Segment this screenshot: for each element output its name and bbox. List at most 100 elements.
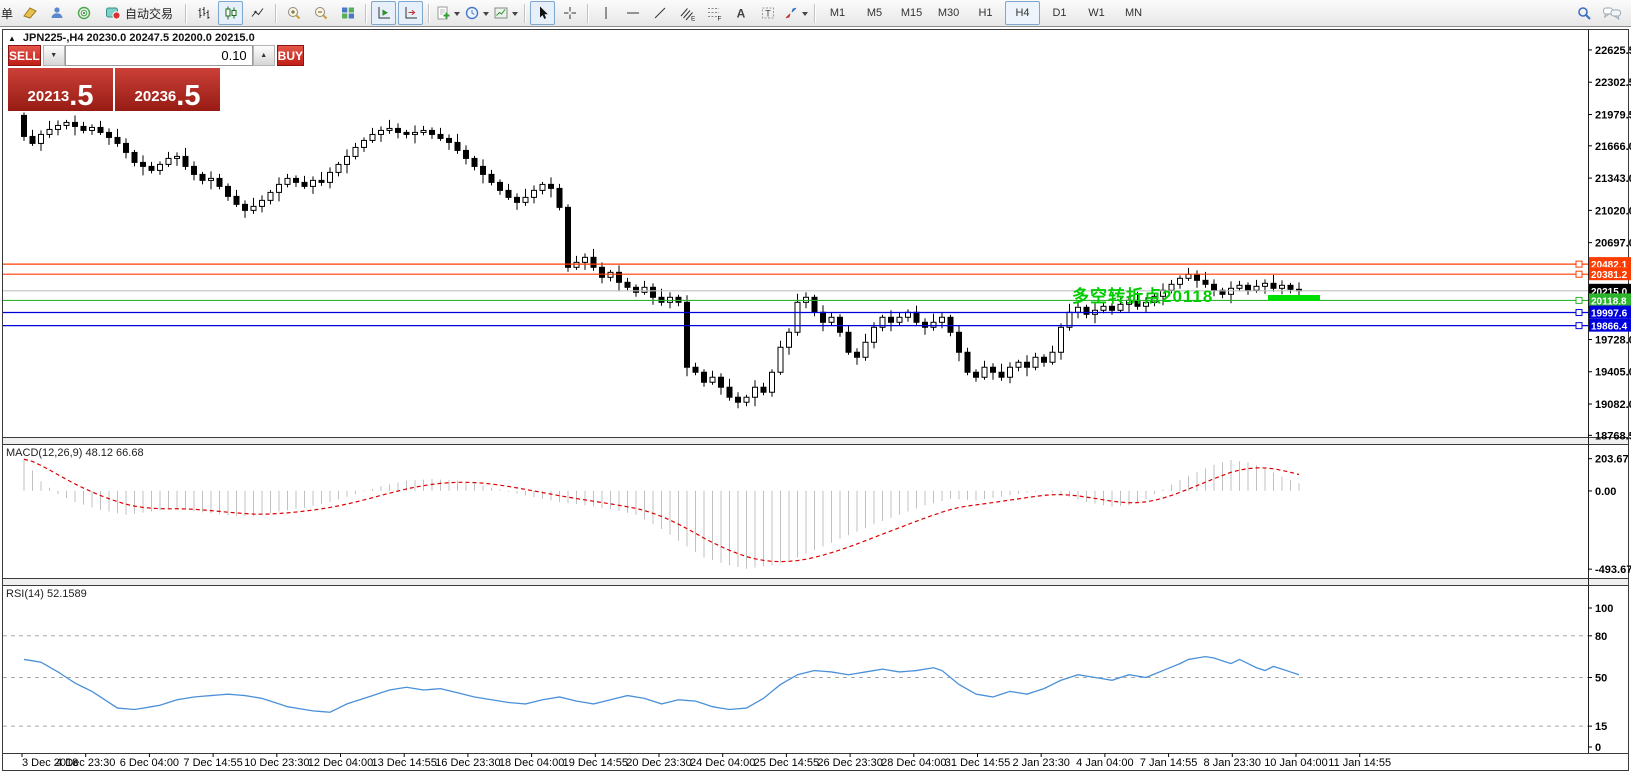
buy-price-display[interactable]: 20236 .5 <box>115 68 220 111</box>
svg-text:19082.0: 19082.0 <box>1595 399 1631 411</box>
chart-annotation-text[interactable]: 多空转折点20118 <box>1072 282 1213 307</box>
svg-text:100: 100 <box>1595 603 1613 615</box>
bar-chart-button[interactable] <box>191 1 216 25</box>
periods-button[interactable] <box>463 1 490 25</box>
time-axis-label: 7 Jan 14:55 <box>1140 757 1198 769</box>
time-axis-label: 8 Jan 23:30 <box>1204 757 1262 769</box>
template-icon <box>493 5 509 21</box>
toolbar-separator <box>524 3 526 23</box>
level-anchor[interactable] <box>1575 322 1583 330</box>
timeframe-m5-button[interactable]: M5 <box>857 1 892 25</box>
time-axis-label: 7 Dec 14:55 <box>183 757 242 769</box>
ask-price: 20236 <box>134 88 177 105</box>
line-chart-button[interactable] <box>245 1 270 25</box>
chart-area[interactable]: 22625.5 22302.5 21979.5 21666.0 21343.0 21020… <box>0 0 1631 772</box>
time-axis-label: 28 Dec 04:00 <box>881 757 946 769</box>
sell-button[interactable]: SELL <box>8 45 41 66</box>
svg-text:0.00: 0.00 <box>1595 486 1616 498</box>
arrows-tool-button[interactable] <box>782 1 809 25</box>
svg-text:21666.0: 21666.0 <box>1595 141 1631 153</box>
svg-text:80: 80 <box>1595 631 1607 643</box>
cursor-button[interactable] <box>530 1 556 25</box>
new-order-button[interactable] <box>17 1 42 25</box>
channel-tool-button[interactable]: E <box>674 1 699 25</box>
toolbar-separator <box>365 3 367 23</box>
timeframe-h4-button[interactable]: H4 <box>1005 1 1041 25</box>
timeframe-h1-button[interactable]: H1 <box>968 1 1003 25</box>
toolbar-separator <box>428 3 430 23</box>
timeframe-m30-button[interactable]: M30 <box>931 1 966 25</box>
time-axis-label: 16 Dec 23:30 <box>435 757 500 769</box>
level-anchor[interactable] <box>1575 270 1583 278</box>
svg-text:21979.5: 21979.5 <box>1595 109 1631 121</box>
level-anchor[interactable] <box>1575 260 1583 268</box>
level-anchor[interactable] <box>1575 296 1583 304</box>
svg-text:T: T <box>765 9 771 19</box>
equidistant-channel-icon: E <box>679 5 695 21</box>
fibonacci-tool-button[interactable]: F <box>701 1 726 25</box>
time-axis-label: 4 Jan 04:00 <box>1076 757 1134 769</box>
timeframe-w1-button[interactable]: W1 <box>1079 1 1114 25</box>
horizontal-line-tool-button[interactable] <box>620 1 645 25</box>
text-label-tool-button[interactable]: T <box>755 1 780 25</box>
line-chart-icon <box>250 5 266 21</box>
volume-input[interactable] <box>64 45 253 66</box>
toolbar-separator <box>587 3 589 23</box>
search-button[interactable] <box>1572 1 1597 25</box>
autotrading-button[interactable]: 自动交易 <box>98 1 180 25</box>
chart-shift-button[interactable] <box>398 1 424 25</box>
svg-text:22302.5: 22302.5 <box>1595 77 1631 89</box>
text-label-icon: T <box>760 5 776 21</box>
order-menu-label[interactable]: 单 <box>1 5 14 22</box>
zoom-in-button[interactable] <box>281 1 306 25</box>
indicators-button[interactable] <box>434 1 461 25</box>
time-axis-label: 13 Dec 14:55 <box>371 757 436 769</box>
auto-scroll-icon <box>376 5 392 21</box>
candlestick-chart-icon <box>223 5 239 21</box>
svg-text:22625.5: 22625.5 <box>1595 45 1631 57</box>
signals-button[interactable] <box>71 1 96 25</box>
symbol-marker-icon: ▲ <box>8 33 16 43</box>
chat-button[interactable] <box>1599 1 1624 25</box>
buy-button[interactable]: BUY <box>276 45 305 66</box>
timeframe-m15-button[interactable]: M15 <box>894 1 929 25</box>
svg-text:19866.4: 19866.4 <box>1591 322 1628 333</box>
tile-windows-button[interactable] <box>335 1 360 25</box>
auto-scroll-button[interactable] <box>371 1 397 25</box>
chevron-down-icon <box>454 11 461 19</box>
trendline-tool-button[interactable] <box>647 1 672 25</box>
candlestick-chart-button[interactable] <box>218 1 244 25</box>
crosshair-button[interactable] <box>557 1 582 25</box>
timeframe-d1-button[interactable]: D1 <box>1042 1 1077 25</box>
text-tool-button[interactable]: A <box>728 1 753 25</box>
toolbar-separator <box>185 3 187 23</box>
autotrading-label: 自动交易 <box>125 6 174 21</box>
annotation-trend-segment[interactable] <box>1268 295 1320 301</box>
svg-text:50: 50 <box>1595 673 1607 685</box>
chart-shift-icon <box>403 5 419 21</box>
user-icon <box>49 5 65 21</box>
profile-button[interactable] <box>44 1 69 25</box>
svg-text:20381.2: 20381.2 <box>1591 270 1628 281</box>
time-axis-label: 4 Dec 23:30 <box>56 757 115 769</box>
main-toolbar: 单 自动交易 E F A T M1 M5 M15 M30 H1 H4 D1 W1… <box>0 0 1631 27</box>
level-anchor[interactable] <box>1575 309 1583 317</box>
sell-price-display[interactable]: 20213 .5 <box>8 68 113 111</box>
time-axis-label: 18 Dec 04:00 <box>499 757 564 769</box>
vertical-line-tool-button[interactable] <box>593 1 618 25</box>
timeframe-mn-button[interactable]: MN <box>1116 1 1151 25</box>
svg-text:-493.67: -493.67 <box>1595 564 1631 576</box>
svg-text:203.67: 203.67 <box>1595 454 1629 466</box>
svg-text:21020.0: 21020.0 <box>1595 205 1631 217</box>
panel-splitter[interactable] <box>3 437 1628 445</box>
autotrading-icon <box>105 5 121 21</box>
zoom-out-button[interactable] <box>308 1 333 25</box>
templates-button[interactable] <box>492 1 519 25</box>
timeframe-m1-button[interactable]: M1 <box>820 1 855 25</box>
volume-decrease-button[interactable]: ▼ <box>42 45 65 66</box>
mt4-terminal: 单 自动交易 E F A T M1 M5 M15 M30 H1 H4 D1 W1… <box>0 0 1631 772</box>
panel-splitter[interactable] <box>3 578 1628 586</box>
volume-increase-button[interactable]: ▲ <box>252 45 275 66</box>
search-icon <box>1576 5 1593 22</box>
time-axis-label: 10 Dec 23:30 <box>244 757 309 769</box>
